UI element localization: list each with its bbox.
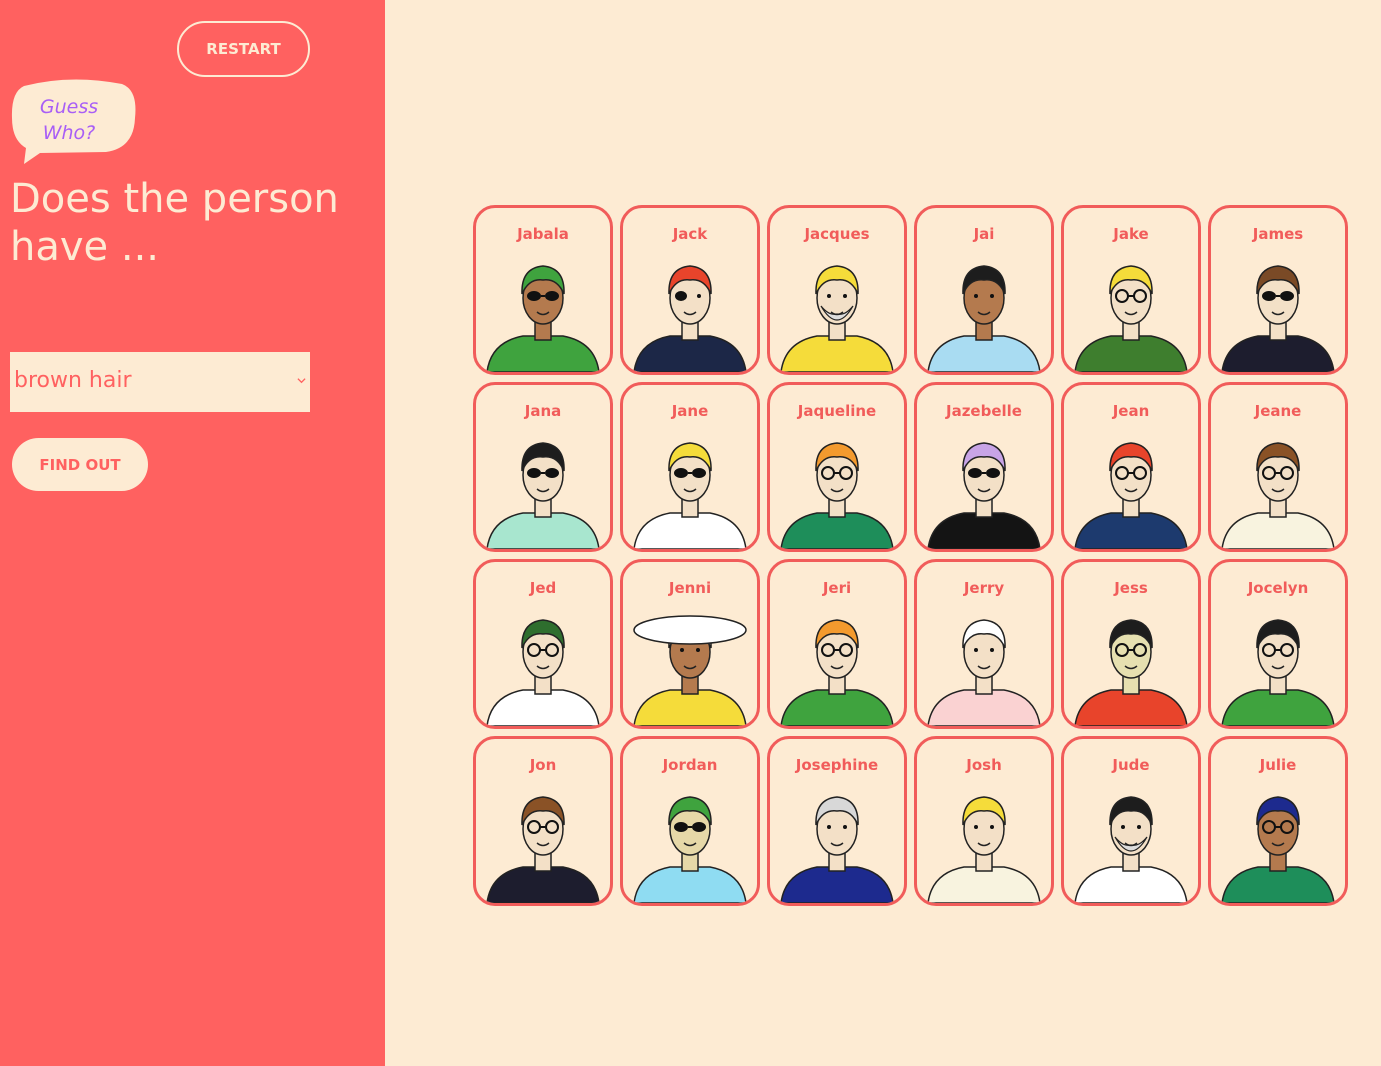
character-portrait	[1221, 442, 1335, 549]
character-portrait	[1074, 796, 1188, 903]
logo-text-line-2: Who?	[42, 122, 96, 144]
character-name: Jai	[973, 225, 995, 243]
character-portrait	[633, 796, 747, 903]
character-portrait	[486, 442, 600, 549]
character-portrait	[927, 442, 1041, 549]
question-heading: Does the person have ...	[10, 176, 339, 270]
logo-text: Guess Who?	[10, 94, 128, 146]
character-name: Jazebelle	[946, 402, 1022, 420]
character-card[interactable]: Jack	[620, 205, 760, 375]
character-name: Jordan	[662, 756, 718, 774]
character-card[interactable]: Jana	[473, 382, 613, 552]
character-name: Jana	[524, 402, 562, 420]
character-card[interactable]: Jazebelle	[914, 382, 1054, 552]
restart-button[interactable]: RESTART	[177, 21, 310, 77]
character-card[interactable]: Jai	[914, 205, 1054, 375]
character-name: Jeane	[1254, 402, 1302, 420]
character-card[interactable]: Josh	[914, 736, 1054, 906]
character-portrait	[633, 442, 747, 549]
character-portrait	[780, 442, 894, 549]
attribute-select-value: brown hair	[14, 368, 132, 393]
character-name: Jenni	[668, 579, 712, 597]
character-card[interactable]: Jane	[620, 382, 760, 552]
logo-text-line-1: Guess	[39, 96, 99, 118]
character-portrait	[780, 619, 894, 726]
character-name: Jaqueline	[797, 402, 877, 420]
character-card[interactable]: James	[1208, 205, 1348, 375]
character-card[interactable]: Jed	[473, 559, 613, 729]
character-card[interactable]: Jabala	[473, 205, 613, 375]
guess-who-logo: Guess Who?	[10, 78, 137, 166]
character-portrait	[1221, 796, 1335, 903]
character-portrait	[633, 265, 747, 372]
character-portrait	[927, 796, 1041, 903]
character-name: Jacques	[804, 225, 870, 243]
character-card[interactable]: Jude	[1061, 736, 1201, 906]
character-portrait	[486, 619, 600, 726]
character-card[interactable]: Jacques	[767, 205, 907, 375]
character-portrait	[927, 265, 1041, 372]
character-card[interactable]: Jenni	[620, 559, 760, 729]
chevron-down-icon	[297, 378, 306, 384]
character-card[interactable]: Jeane	[1208, 382, 1348, 552]
character-name: Jerry	[963, 579, 1005, 597]
character-card[interactable]: Jerry	[914, 559, 1054, 729]
character-card[interactable]: Jaqueline	[767, 382, 907, 552]
character-card[interactable]: Jean	[1061, 382, 1201, 552]
character-portrait	[486, 796, 600, 903]
character-name: Jack	[672, 225, 708, 243]
character-card[interactable]: Julie	[1208, 736, 1348, 906]
find-out-button[interactable]: FIND OUT	[12, 438, 148, 491]
character-card[interactable]: Jordan	[620, 736, 760, 906]
character-name: Jess	[1114, 579, 1148, 597]
character-portrait	[1221, 619, 1335, 726]
character-board: Jabala Jack Jacques Jai Jake James Jana Jane Jaq…	[473, 205, 1349, 906]
character-portrait	[1074, 442, 1188, 549]
character-name: Jean	[1112, 402, 1150, 420]
character-name: Josh	[966, 756, 1002, 774]
character-portrait	[1074, 619, 1188, 726]
character-name: Jon	[529, 756, 557, 774]
attribute-select[interactable]: brown hair	[10, 352, 310, 412]
character-name: James	[1252, 225, 1304, 243]
sidebar: RESTART Guess Who? Does the person have …	[0, 0, 385, 1066]
character-card[interactable]: Jake	[1061, 205, 1201, 375]
character-name: Jane	[671, 402, 709, 420]
character-card[interactable]: Jeri	[767, 559, 907, 729]
character-portrait	[633, 615, 747, 726]
character-portrait	[1074, 265, 1188, 372]
character-portrait	[1221, 265, 1335, 372]
character-name: Jabala	[517, 225, 569, 243]
character-name: Josephine	[795, 756, 879, 774]
character-portrait	[927, 619, 1041, 726]
character-name: Jeri	[822, 579, 852, 597]
character-portrait	[780, 796, 894, 903]
character-card[interactable]: Josephine	[767, 736, 907, 906]
character-card[interactable]: Jon	[473, 736, 613, 906]
character-card[interactable]: Jocelyn	[1208, 559, 1348, 729]
character-name: Jude	[1112, 756, 1150, 774]
character-portrait	[486, 265, 600, 372]
character-name: Jed	[529, 579, 557, 597]
character-portrait	[780, 265, 894, 372]
character-name: Julie	[1259, 756, 1297, 774]
character-card[interactable]: Jess	[1061, 559, 1201, 729]
character-name: Jake	[1113, 225, 1149, 243]
character-name: Jocelyn	[1247, 579, 1309, 597]
